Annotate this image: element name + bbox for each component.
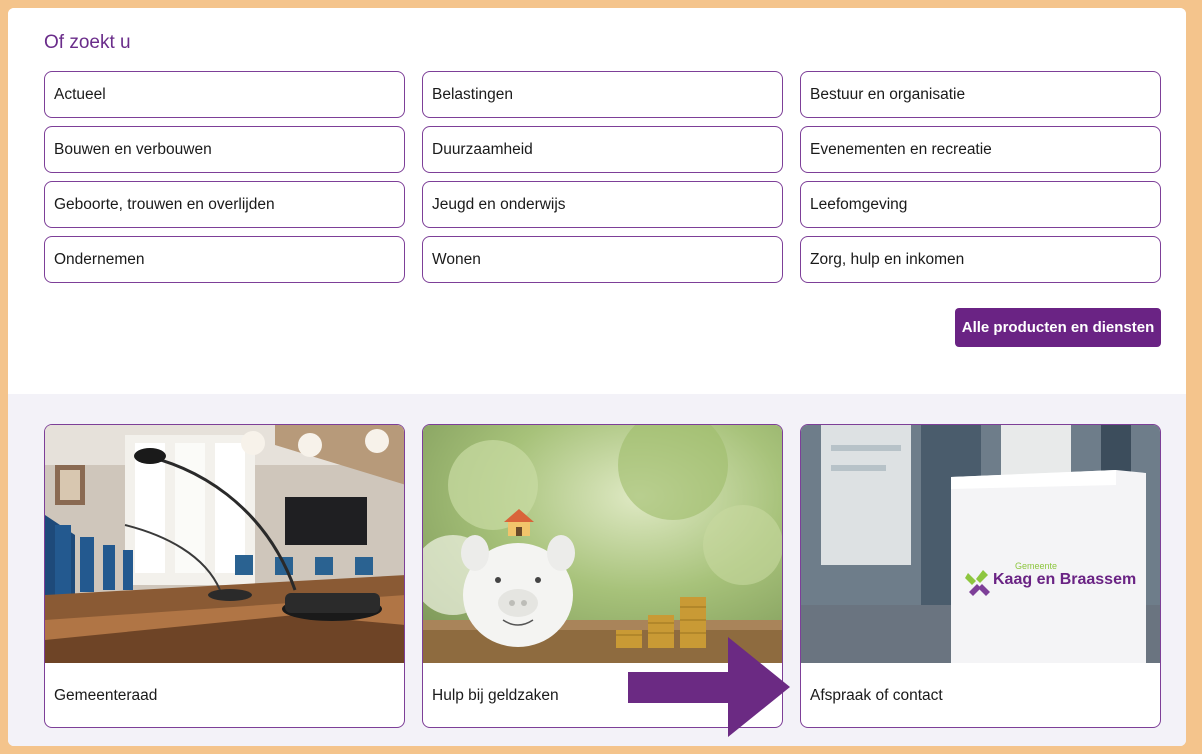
arrow-right-icon: [628, 637, 790, 737]
link-ondernemen[interactable]: Ondernemen: [44, 236, 405, 283]
card-label: Gemeenteraad: [54, 687, 158, 704]
link-leefomgeving[interactable]: Leefomgeving: [800, 181, 1161, 228]
featured-cards-section: Gemeenteraad Hulp bij geldzaken Gemeente…: [8, 394, 1186, 746]
logo-mark-icon: [965, 570, 990, 596]
link-evenementen-en-recreatie[interactable]: Evenementen en recreatie: [800, 126, 1161, 173]
link-jeugd-en-onderwijs[interactable]: Jeugd en onderwijs: [422, 181, 783, 228]
section-heading: Of zoekt u: [44, 32, 131, 53]
page-frame: Of zoekt u Actueel Belastingen Bestuur e…: [8, 8, 1186, 746]
logo-title: Kaag en Braassem: [993, 571, 1137, 588]
link-actueel[interactable]: Actueel: [44, 71, 405, 118]
link-bestuur-en-organisatie[interactable]: Bestuur en organisatie: [800, 71, 1161, 118]
logo-subtitle: Gemeente: [1015, 561, 1058, 571]
card-gemeenteraad[interactable]: Gemeenteraad: [44, 424, 405, 728]
quick-links-grid: Actueel Belastingen Bestuur en organisat…: [44, 71, 1161, 283]
piggy-bank-image: [423, 425, 782, 663]
council-chamber-image: [45, 425, 404, 663]
link-zorg-hulp-en-inkomen[interactable]: Zorg, hulp en inkomen: [800, 236, 1161, 283]
link-belastingen[interactable]: Belastingen: [422, 71, 783, 118]
card-label: Hulp bij geldzaken: [432, 687, 559, 704]
link-geboorte-trouwen-overlijden[interactable]: Geboorte, trouwen en overlijden: [44, 181, 405, 228]
office-logo-image: Gemeente Kaag en Braassem: [801, 425, 1160, 663]
all-products-button[interactable]: Alle producten en diensten: [955, 308, 1161, 347]
link-duurzaamheid[interactable]: Duurzaamheid: [422, 126, 783, 173]
card-afspraak-of-contact[interactable]: Gemeente Kaag en Braassem Afspraak of co…: [800, 424, 1161, 728]
link-bouwen-en-verbouwen[interactable]: Bouwen en verbouwen: [44, 126, 405, 173]
gemeente-logo: Gemeente Kaag en Braassem: [965, 561, 1137, 596]
card-label: Afspraak of contact: [810, 687, 943, 704]
quick-links-section: Of zoekt u Actueel Belastingen Bestuur e…: [8, 8, 1186, 394]
link-wonen[interactable]: Wonen: [422, 236, 783, 283]
